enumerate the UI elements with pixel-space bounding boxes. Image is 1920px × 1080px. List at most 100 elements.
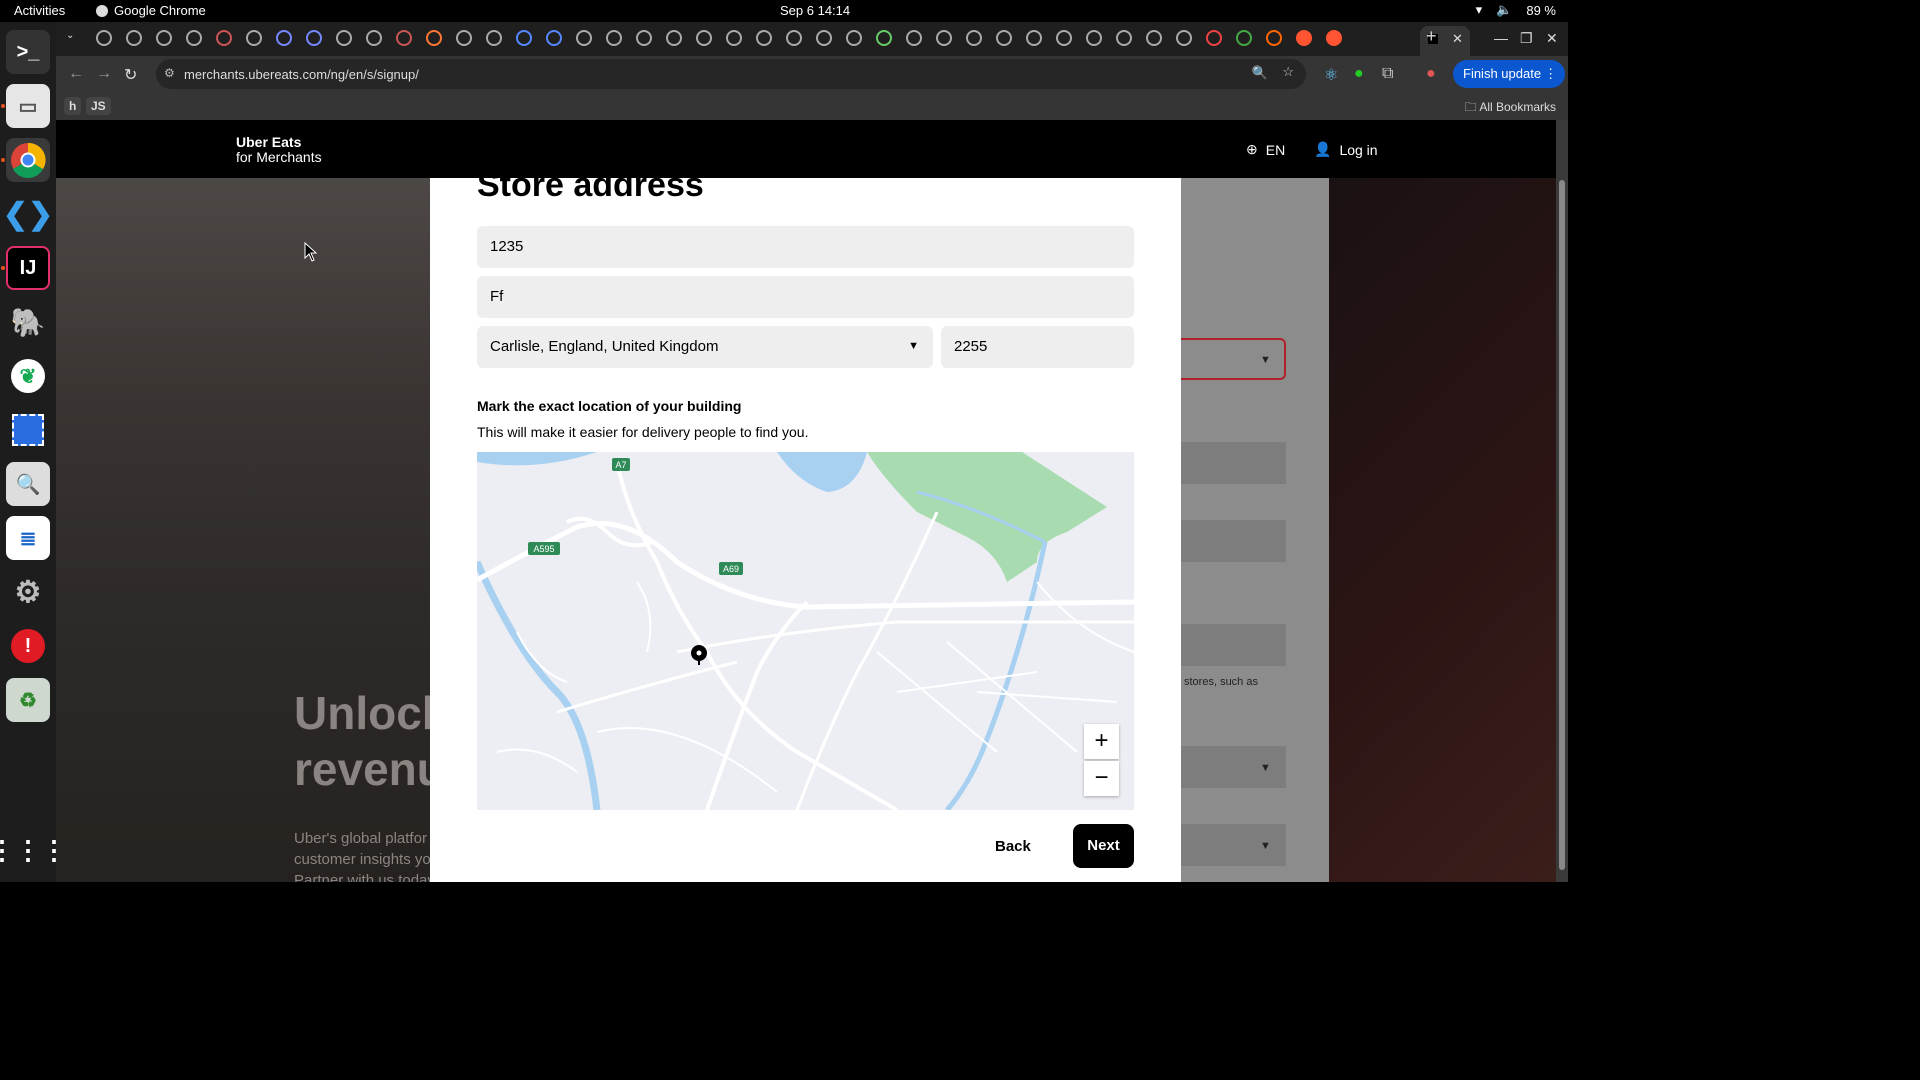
tab-favicon[interactable]: [1206, 30, 1222, 46]
bookmark-h[interactable]: h: [64, 97, 82, 115]
street-number-input[interactable]: 1235: [477, 226, 1134, 268]
tab-favicon[interactable]: [966, 30, 982, 46]
tab-favicon[interactable]: [1056, 30, 1072, 46]
location-map[interactable]: A7 A595 A69 + −: [477, 452, 1134, 810]
tab-favicon[interactable]: [1146, 30, 1162, 46]
zoom-icon[interactable]: 🔍: [1252, 65, 1268, 81]
all-bookmarks[interactable]: 🗀 All Bookmarks: [1465, 98, 1556, 119]
tab-favicon[interactable]: [546, 30, 562, 46]
tab-favicon[interactable]: [696, 30, 712, 46]
files-icon[interactable]: ▭: [6, 84, 50, 128]
language-selector[interactable]: ⊕ EN: [1246, 141, 1285, 158]
login-link[interactable]: 👤 Log in: [1314, 141, 1378, 158]
back-nav-icon[interactable]: ←: [68, 65, 84, 83]
system-tray[interactable]: ▾ 🔈 89 %: [1476, 2, 1556, 18]
app-grid-icon[interactable]: ⋮⋮⋮: [0, 828, 67, 872]
address-bar[interactable]: ⚙ merchants.ubereats.com/ng/en/s/signup/…: [156, 59, 1306, 89]
extensions-puzzle-icon[interactable]: ⧉: [1382, 65, 1393, 83]
tab-favicon[interactable]: [366, 30, 382, 46]
tab-favicon[interactable]: [216, 30, 232, 46]
postgres-icon[interactable]: 🐘: [6, 300, 50, 344]
terminal-icon[interactable]: >_: [6, 30, 50, 74]
activities-button[interactable]: Activities: [14, 3, 65, 18]
tab-favicon[interactable]: [816, 30, 832, 46]
tab-favicon[interactable]: [456, 30, 472, 46]
tab-favicon[interactable]: [516, 30, 532, 46]
google-icon[interactable]: [1236, 30, 1252, 46]
tab-favicon[interactable]: [126, 30, 142, 46]
page-scrollbar[interactable]: [1556, 120, 1568, 882]
tab-favicon[interactable]: [156, 30, 172, 46]
new-tab-icon[interactable]: +: [1426, 26, 1437, 47]
tab-favicon[interactable]: [486, 30, 502, 46]
volume-icon: 🔈: [1496, 2, 1513, 17]
alert-icon[interactable]: !: [6, 624, 50, 668]
settings-icon[interactable]: ⚙: [6, 570, 50, 614]
uber-eats-logo[interactable]: Uber Eats for Merchants: [236, 135, 322, 165]
city-select[interactable]: Carlisle, England, United Kingdom ▼: [477, 326, 933, 368]
bookmarks-bar: h JS 🗀 All Bookmarks: [56, 92, 1568, 120]
tab-favicon[interactable]: [996, 30, 1012, 46]
bookmark-js[interactable]: JS: [86, 97, 111, 115]
tab-favicon[interactable]: [606, 30, 622, 46]
tab-favicon[interactable]: [636, 30, 652, 46]
tab-favicon[interactable]: [876, 30, 892, 46]
tab-favicon[interactable]: [1266, 30, 1282, 46]
tab-favicon[interactable]: [906, 30, 922, 46]
vscode-icon[interactable]: ❮❯: [3, 192, 53, 236]
tab-favicon[interactable]: [396, 30, 412, 46]
tab-favicon[interactable]: [276, 30, 292, 46]
trash-icon[interactable]: ♻: [6, 678, 50, 722]
zoom-in-button[interactable]: +: [1084, 724, 1119, 759]
tab-favicon[interactable]: [96, 30, 112, 46]
image-viewer-icon[interactable]: 🔍: [6, 462, 50, 506]
figma-icon[interactable]: [426, 30, 442, 46]
tab-favicon[interactable]: [1026, 30, 1042, 46]
street-name-input[interactable]: Ff: [477, 276, 1134, 318]
tab-favicon[interactable]: [336, 30, 352, 46]
scrollbar-thumb[interactable]: [1559, 180, 1565, 870]
tab-favicon[interactable]: [1086, 30, 1102, 46]
back-button[interactable]: Back: [995, 838, 1031, 855]
active-app-menu[interactable]: Google Chrome: [96, 3, 206, 18]
tab-favicon[interactable]: [1176, 30, 1192, 46]
extension-icon[interactable]: ⚛: [1324, 65, 1338, 85]
tab-favicon[interactable]: [246, 30, 262, 46]
extension-icon[interactable]: ●: [1354, 65, 1364, 83]
intellij-icon[interactable]: IJ: [6, 246, 50, 290]
github-icon[interactable]: [576, 30, 592, 46]
tab-favicon[interactable]: [1116, 30, 1132, 46]
mongodb-icon[interactable]: ❦: [6, 354, 50, 398]
writer-icon[interactable]: ≣: [6, 516, 50, 560]
close-window-icon[interactable]: ✕: [1546, 30, 1558, 47]
finish-update-button[interactable]: Finish update ⋮: [1453, 60, 1566, 88]
reddit-icon[interactable]: [1326, 30, 1342, 46]
tab-favicon[interactable]: [756, 30, 772, 46]
close-tab-icon[interactable]: ✕: [1452, 31, 1463, 47]
tab-search-icon[interactable]: ⌄: [66, 30, 82, 46]
svg-text:A7: A7: [615, 460, 626, 470]
bookmark-star-icon[interactable]: ☆: [1282, 64, 1294, 80]
github-icon[interactable]: [936, 30, 952, 46]
tab-favicon[interactable]: [306, 30, 322, 46]
reload-icon[interactable]: ↻: [124, 65, 137, 85]
profile-avatar[interactable]: ●: [1426, 65, 1436, 83]
next-button[interactable]: Next: [1073, 824, 1134, 868]
chrome-dock-icon[interactable]: [6, 138, 50, 182]
site-info-icon[interactable]: ⚙: [164, 66, 175, 80]
background-field: [1181, 624, 1286, 666]
clock[interactable]: Sep 6 14:14: [780, 3, 850, 18]
forward-nav-icon[interactable]: →: [96, 65, 112, 83]
maximize-icon[interactable]: ❐: [1520, 30, 1533, 47]
minimize-icon[interactable]: —: [1494, 30, 1508, 46]
tab-favicon[interactable]: [666, 30, 682, 46]
reddit-icon[interactable]: [1296, 30, 1312, 46]
postcode-input[interactable]: 2255: [941, 326, 1134, 368]
github-icon[interactable]: [186, 30, 202, 46]
tab-favicon[interactable]: [786, 30, 802, 46]
location-pin-icon[interactable]: [691, 645, 707, 665]
zoom-out-button[interactable]: −: [1084, 761, 1119, 796]
tab-favicon[interactable]: [846, 30, 862, 46]
tab-favicon[interactable]: [726, 30, 742, 46]
screenshot-icon[interactable]: [6, 408, 50, 452]
